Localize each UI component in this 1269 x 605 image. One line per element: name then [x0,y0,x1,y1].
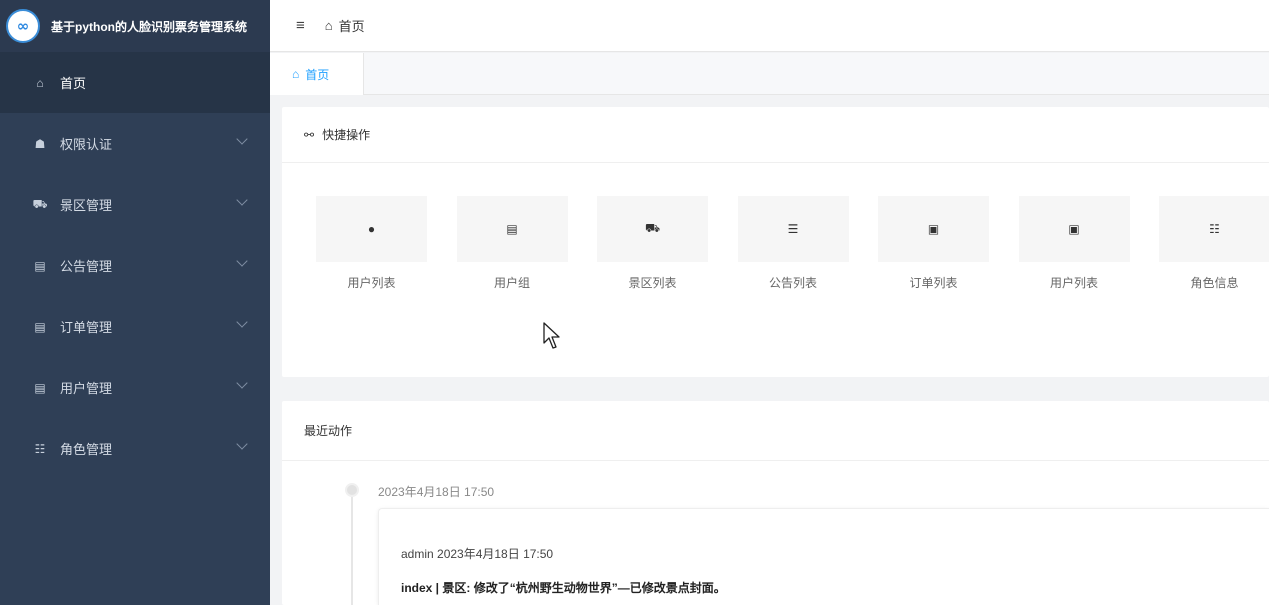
recent-actions-title: 最近动作 [304,424,353,438]
quick-actions-header: ⚯ 快捷操作 [282,107,1269,163]
tab-bar: ⌂ 首页 [270,53,1269,95]
timeline-dot [345,483,359,497]
recent-actions-header: 最近动作 [282,401,1269,461]
chevron-down-icon [236,316,248,328]
timeline-line [351,491,353,605]
list-icon: ▤ [456,196,568,262]
sidebar-item-2[interactable]: ⛟ 景区管理 [0,174,270,235]
timeline-entry: admin 2023年4月18日 17:50 index | 景区: 修改了“杭… [378,508,1269,605]
sidebar-item-4[interactable]: ▤ 订单管理 [0,296,270,357]
quick-actions-title: 快捷操作 [322,128,371,142]
sidebar-item-label: 订单管理 [60,320,113,335]
link-icon: ⚯ [304,127,315,142]
top-header: ≡ ⌂ 首页 [270,0,1269,52]
timeline-entry-message: index | 景区: 修改了“杭州野生动物世界”—已修改景点封面。 [401,581,726,595]
image-icon: ▣ [1018,196,1130,262]
users-icon: ☷ [1159,196,1269,262]
sidebar-item-label: 权限认证 [60,137,113,152]
chevron-down-icon [236,438,248,450]
list-icon: ▤ [34,258,46,273]
sidebar-item-label: 用户管理 [60,381,113,396]
menu-toggle-icon[interactable]: ≡ [296,17,305,34]
chevron-down-icon [236,194,248,206]
sidebar-item-label: 景区管理 [60,198,113,213]
sidebar-item-label: 角色管理 [60,442,113,457]
chevron-down-icon [236,255,248,267]
sidebar-item-3[interactable]: ▤ 公告管理 [0,235,270,296]
user-icon: ● [316,196,427,262]
user-key-icon: ☗ [34,136,46,151]
quick-action-label: 景区列表 [628,276,677,290]
sidebar: ∞ 基于python的人脸识别票务管理系统 ⌂ 首页 ☗ 权限认证 ⛟ 景区管理 ▤ 公告管理… [0,0,270,605]
sidebar-item-0[interactable]: ⌂ 首页 [0,52,270,113]
quick-action-label: 订单列表 [909,276,958,290]
home-icon: ⌂ [292,67,300,81]
quick-action-label: 用户组 [493,276,530,290]
recent-actions-card: 最近动作 2023年4月18日 17:50 admin 2023年4月18日 1… [282,401,1269,605]
breadcrumb[interactable]: ⌂ 首页 [325,16,365,35]
logo-bar: ∞ 基于python的人脸识别票务管理系统 [0,0,270,52]
sidebar-item-6[interactable]: ☷ 角色管理 [0,418,270,479]
sidebar-item-label: 首页 [60,76,87,91]
logo-icon: ∞ [6,9,40,43]
car-icon: ⛟ [597,196,708,262]
quick-action-label: 用户列表 [347,276,396,290]
tab-home[interactable]: ⌂ 首页 [270,53,364,95]
quick-action-5[interactable]: ▣ 用户列表 [1018,196,1130,291]
chevron-down-icon [236,133,248,145]
quick-action-2[interactable]: ⛟ 景区列表 [597,196,708,291]
sidebar-item-label: 公告管理 [60,259,113,274]
quick-action-4[interactable]: ▣ 订单列表 [878,196,989,291]
image-icon: ▣ [878,196,989,262]
quick-action-3[interactable]: ☰ 公告列表 [737,196,849,291]
sidebar-item-1[interactable]: ☗ 权限认证 [0,113,270,174]
quick-action-label: 角色信息 [1190,276,1239,290]
users-icon: ☷ [34,441,46,456]
home-icon: ⌂ [324,18,333,33]
mouse-cursor-icon [543,322,560,349]
tab-label: 首页 [305,67,330,82]
logo-glyph: ∞ [16,17,30,35]
sidebar-menu: ⌂ 首页 ☗ 权限认证 ⛟ 景区管理 ▤ 公告管理 ▤ 订单管理 ▤ 用户管理 ☷ 角色管理 [0,52,270,479]
quick-action-1[interactable]: ▤ 用户组 [456,196,568,291]
timeline-time: 2023年4月18日 17:50 [378,485,495,499]
list-ul-icon: ☰ [737,196,849,262]
sidebar-item-5[interactable]: ▤ 用户管理 [0,357,270,418]
home-icon: ⌂ [36,75,44,90]
breadcrumb-label: 首页 [338,19,365,34]
list-icon: ▤ [34,319,46,334]
chevron-down-icon [236,377,248,389]
car-icon: ⛟ [32,196,48,211]
quick-actions-card: ⚯ 快捷操作 ● 用户列表 ▤ 用户组 ⛟ 景区列表 ☰ 公告列表 ▣ 订单列表 ▣ 用户列表 ☷ 角色信… [282,107,1269,377]
quick-action-label: 用户列表 [1049,276,1098,290]
quick-action-label: 公告列表 [768,276,817,290]
app-title: 基于python的人脸识别票务管理系统 [51,19,247,34]
list-icon: ▤ [34,380,46,395]
quick-action-6[interactable]: ☷ 角色信息 [1159,196,1269,291]
timeline-entry-meta: admin 2023年4月18日 17:50 [401,547,554,561]
quick-action-0[interactable]: ● 用户列表 [316,196,427,291]
